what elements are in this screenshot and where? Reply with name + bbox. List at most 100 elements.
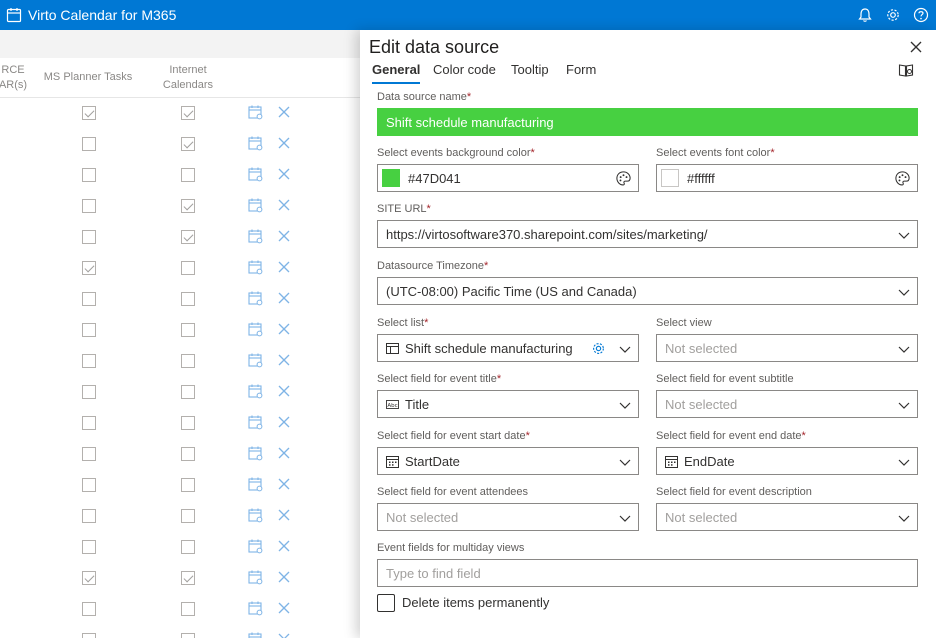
internet-calendar-checkbox[interactable] xyxy=(181,571,195,585)
planner-checkbox[interactable] xyxy=(82,447,96,461)
delete-x-icon[interactable] xyxy=(277,291,291,305)
planner-checkbox[interactable] xyxy=(82,199,96,213)
delete-x-icon[interactable] xyxy=(277,167,291,181)
delete-permanently-checkbox[interactable] xyxy=(377,594,395,612)
planner-checkbox[interactable] xyxy=(82,602,96,616)
view-dropdown[interactable]: Not selected xyxy=(656,334,918,362)
planner-checkbox[interactable] xyxy=(82,416,96,430)
planner-checkbox[interactable] xyxy=(82,385,96,399)
internet-calendar-checkbox[interactable] xyxy=(181,447,195,461)
calendar-edit-icon[interactable] xyxy=(248,539,263,554)
delete-x-icon[interactable] xyxy=(277,384,291,398)
site-url-dropdown[interactable]: https://virtosoftware370.sharepoint.com/… xyxy=(377,220,918,248)
planner-checkbox[interactable] xyxy=(82,354,96,368)
delete-x-icon[interactable] xyxy=(277,415,291,429)
delete-x-icon[interactable] xyxy=(277,446,291,460)
internet-calendar-checkbox[interactable] xyxy=(181,416,195,430)
tab-color-code[interactable]: Color code xyxy=(433,62,496,77)
title-field-dropdown[interactable]: Abc Title xyxy=(377,390,639,418)
internet-calendar-checkbox[interactable] xyxy=(181,292,195,306)
calendar-edit-icon[interactable] xyxy=(248,291,263,306)
delete-x-icon[interactable] xyxy=(277,477,291,491)
calendar-edit-icon[interactable] xyxy=(248,477,263,492)
delete-x-icon[interactable] xyxy=(277,229,291,243)
delete-x-icon[interactable] xyxy=(277,198,291,212)
calendar-edit-icon[interactable] xyxy=(248,353,263,368)
calendar-edit-icon[interactable] xyxy=(248,136,263,151)
planner-checkbox[interactable] xyxy=(82,137,96,151)
internet-calendar-checkbox[interactable] xyxy=(181,323,195,337)
delete-x-icon[interactable] xyxy=(277,353,291,367)
internet-calendar-checkbox[interactable] xyxy=(181,354,195,368)
bell-icon[interactable] xyxy=(857,7,873,23)
calendar-edit-icon[interactable] xyxy=(248,508,263,523)
calendar-edit-icon[interactable] xyxy=(248,446,263,461)
attendees-dropdown[interactable]: Not selected xyxy=(377,503,639,531)
timezone-dropdown[interactable]: (UTC-08:00) Pacific Time (US and Canada) xyxy=(377,277,918,305)
internet-calendar-checkbox[interactable] xyxy=(181,261,195,275)
internet-calendar-checkbox[interactable] xyxy=(181,230,195,244)
subtitle-dropdown[interactable]: Not selected xyxy=(656,390,918,418)
bg-color-input[interactable]: #47D041 xyxy=(377,164,639,192)
internet-calendar-checkbox[interactable] xyxy=(181,385,195,399)
tab-form[interactable]: Form xyxy=(566,62,596,77)
internet-calendar-checkbox[interactable] xyxy=(181,602,195,616)
delete-permanently-label[interactable]: Delete items permanently xyxy=(402,595,549,610)
calendar-edit-icon[interactable] xyxy=(248,322,263,337)
gear-icon[interactable] xyxy=(885,7,901,23)
internet-calendar-checkbox[interactable] xyxy=(181,199,195,213)
calendar-edit-icon[interactable] xyxy=(248,167,263,182)
planner-checkbox[interactable] xyxy=(82,292,96,306)
calendar-edit-icon[interactable] xyxy=(248,229,263,244)
gear-icon[interactable] xyxy=(591,341,606,356)
internet-calendar-checkbox[interactable] xyxy=(181,540,195,554)
planner-checkbox[interactable] xyxy=(82,261,96,275)
calendar-edit-icon[interactable] xyxy=(248,105,263,120)
internet-calendar-checkbox[interactable] xyxy=(181,509,195,523)
calendar-edit-icon[interactable] xyxy=(248,570,263,585)
delete-x-icon[interactable] xyxy=(277,601,291,615)
delete-x-icon[interactable] xyxy=(277,632,291,638)
planner-checkbox[interactable] xyxy=(82,633,96,638)
calendar-edit-icon[interactable] xyxy=(248,198,263,213)
planner-checkbox[interactable] xyxy=(82,323,96,337)
planner-checkbox[interactable] xyxy=(82,571,96,585)
data-source-name-input[interactable]: Shift schedule manufacturing xyxy=(377,108,918,136)
internet-calendar-checkbox[interactable] xyxy=(181,478,195,492)
palette-icon[interactable] xyxy=(894,170,911,187)
internet-calendar-checkbox[interactable] xyxy=(181,168,195,182)
planner-checkbox[interactable] xyxy=(82,509,96,523)
list-dropdown[interactable]: Shift schedule manufacturing xyxy=(377,334,639,362)
calendar-edit-icon[interactable] xyxy=(248,632,263,638)
multiday-fields-input[interactable]: Type to find field xyxy=(377,559,918,587)
planner-checkbox[interactable] xyxy=(82,106,96,120)
internet-calendar-checkbox[interactable] xyxy=(181,633,195,638)
tab-general[interactable]: General xyxy=(372,62,421,84)
delete-x-icon[interactable] xyxy=(277,322,291,336)
calendar-edit-icon[interactable] xyxy=(248,415,263,430)
calendar-edit-icon[interactable] xyxy=(248,384,263,399)
palette-icon[interactable] xyxy=(615,170,632,187)
close-icon[interactable] xyxy=(909,40,923,54)
delete-x-icon[interactable] xyxy=(277,105,291,119)
start-date-dropdown[interactable]: StartDate xyxy=(377,447,639,475)
delete-x-icon[interactable] xyxy=(277,539,291,553)
calendar-edit-icon[interactable] xyxy=(248,601,263,616)
planner-checkbox[interactable] xyxy=(82,168,96,182)
internet-calendar-checkbox[interactable] xyxy=(181,137,195,151)
delete-x-icon[interactable] xyxy=(277,260,291,274)
tab-tooltip[interactable]: Tooltip xyxy=(511,62,549,77)
delete-x-icon[interactable] xyxy=(277,508,291,522)
help-icon[interactable] xyxy=(913,7,929,23)
font-color-input[interactable]: #ffffff xyxy=(656,164,918,192)
book-icon[interactable] xyxy=(898,62,914,78)
calendar-edit-icon[interactable] xyxy=(248,260,263,275)
description-dropdown[interactable]: Not selected xyxy=(656,503,918,531)
planner-checkbox[interactable] xyxy=(82,478,96,492)
end-date-dropdown[interactable]: EndDate xyxy=(656,447,918,475)
delete-x-icon[interactable] xyxy=(277,136,291,150)
planner-checkbox[interactable] xyxy=(82,230,96,244)
planner-checkbox[interactable] xyxy=(82,540,96,554)
internet-calendar-checkbox[interactable] xyxy=(181,106,195,120)
delete-x-icon[interactable] xyxy=(277,570,291,584)
